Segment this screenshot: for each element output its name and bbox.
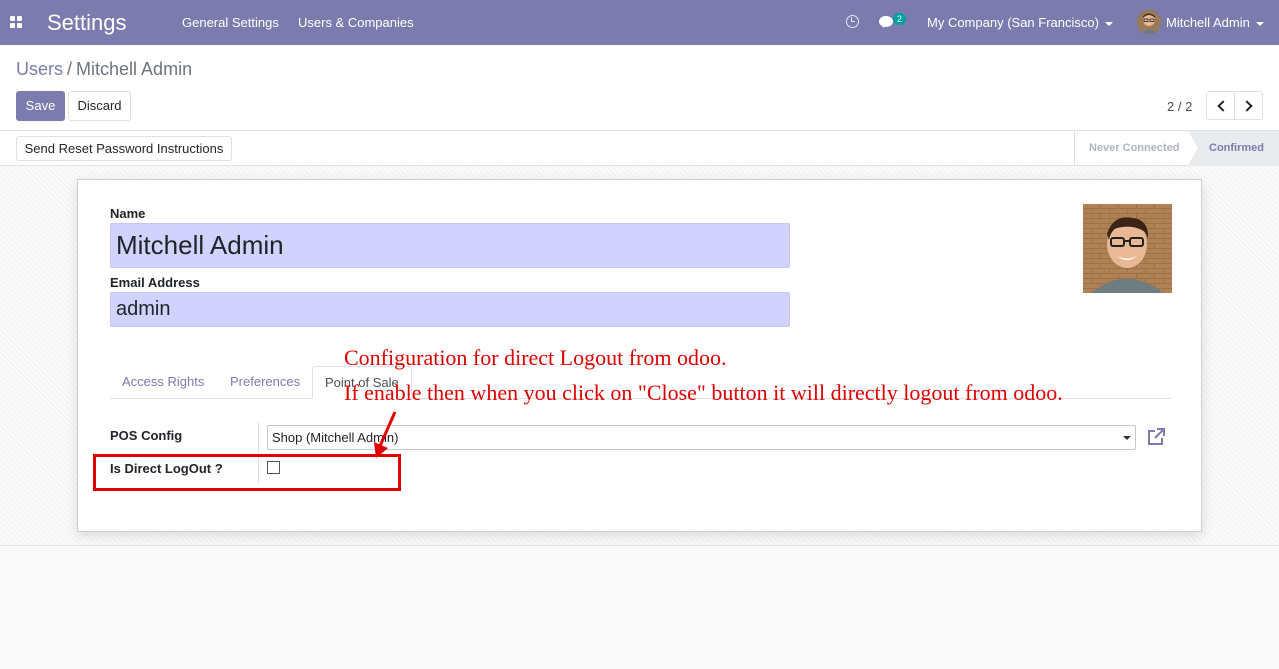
breadcrumb-users-link[interactable]: Users [16, 59, 63, 79]
save-button[interactable]: Save [16, 91, 65, 121]
external-link-icon[interactable] [1147, 428, 1165, 446]
top-navbar: Settings General Settings Users & Compan… [0, 0, 1279, 45]
control-panel: Users / Mitchell Admin Save Discard 2 / 2 [0, 45, 1279, 131]
chat-icon[interactable] [879, 16, 893, 28]
chevron-down-icon [1255, 21, 1264, 26]
pager-previous-button[interactable] [1206, 91, 1235, 120]
user-menu[interactable]: Mitchell Admin [1166, 15, 1264, 30]
menu-general-settings[interactable]: General Settings [182, 15, 279, 30]
chevron-down-icon [1104, 21, 1113, 26]
annotation-arrow-icon [374, 411, 397, 458]
user-photo[interactable] [1083, 204, 1172, 293]
tab-preferences[interactable]: Preferences [218, 366, 312, 399]
status-step-arrow [1188, 131, 1198, 165]
status-step-never-connected[interactable]: Never Connected [1074, 131, 1188, 166]
name-input[interactable]: Mitchell Admin [110, 223, 790, 268]
annotation-line-1: Configuration for direct Logout from odo… [344, 345, 727, 370]
email-label: Email Address [110, 275, 200, 290]
send-reset-password-button[interactable]: Send Reset Password Instructions [16, 136, 232, 161]
pager-value[interactable]: 2 / 2 [1167, 99, 1192, 114]
breadcrumb-current: Mitchell Admin [76, 59, 193, 79]
status-step-confirmed[interactable]: Confirmed [1188, 131, 1279, 166]
pos-config-label: POS Config [110, 428, 183, 443]
company-name: My Company (San Francisco) [927, 15, 1099, 30]
name-label: Name [110, 206, 146, 221]
tab-access-rights[interactable]: Access Rights [110, 366, 216, 399]
email-input[interactable]: admin [110, 292, 790, 327]
user-avatar[interactable] [1137, 10, 1161, 34]
apps-grid-icon[interactable] [10, 16, 22, 28]
annotation-line-2: If enable then when you click on "Close"… [344, 380, 1063, 405]
menu-users-companies[interactable]: Users & Companies [298, 15, 414, 30]
user-name: Mitchell Admin [1166, 15, 1250, 30]
company-switcher[interactable]: My Company (San Francisco) [927, 15, 1113, 30]
chevron-left-icon [1217, 100, 1229, 112]
app-title[interactable]: Settings [47, 10, 127, 36]
form-statusbar: Send Reset Password Instructions Never C… [0, 131, 1279, 166]
breadcrumb-separator: / [67, 59, 73, 79]
caret-down-icon [1123, 436, 1131, 440]
chevron-right-icon [1241, 100, 1253, 112]
breadcrumb: Users / Mitchell Admin [16, 59, 192, 80]
discard-button[interactable]: Discard [68, 91, 131, 121]
activity-clock-icon[interactable] [846, 15, 859, 28]
chat-count-badge: 2 [893, 13, 906, 25]
pager-next-button[interactable] [1234, 91, 1263, 120]
annotation-highlight-box [93, 454, 401, 491]
